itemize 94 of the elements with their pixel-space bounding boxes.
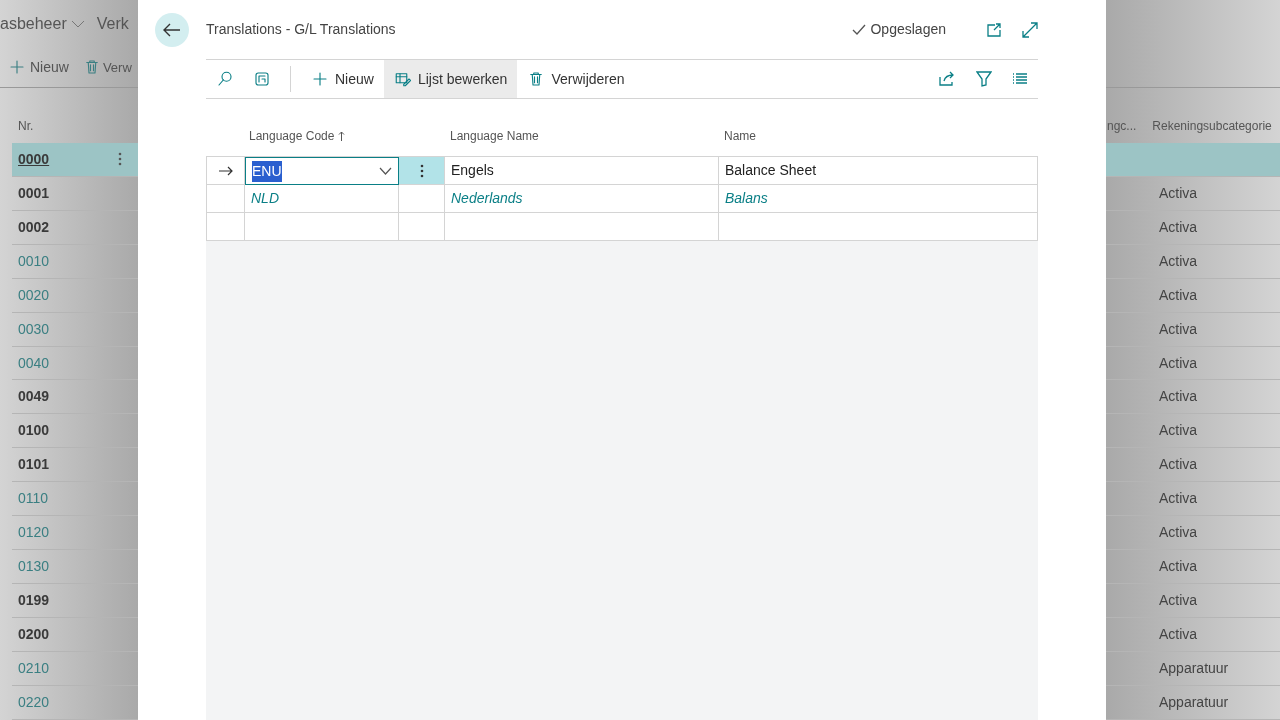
table-cell-text: Activa xyxy=(1159,251,1198,271)
account-number[interactable]: 0000 xyxy=(18,148,50,170)
delete-button[interactable]: Verw xyxy=(82,57,132,78)
account-number[interactable]: 0110 xyxy=(18,488,49,510)
account-number[interactable]: 0130 xyxy=(18,556,50,578)
table-cell-text: Activa xyxy=(1159,217,1198,237)
list-row[interactable]: Activa xyxy=(1106,448,1280,483)
new-button[interactable]: Nieuw xyxy=(8,56,69,78)
list-row[interactable]: Activa xyxy=(1106,550,1280,585)
list-row[interactable]: Activa xyxy=(1106,244,1280,279)
row-selector-cell[interactable] xyxy=(207,185,245,213)
open-in-new-window-icon[interactable] xyxy=(986,21,1002,38)
list-row[interactable]: Activa xyxy=(1106,210,1280,245)
column-header[interactable]: Name xyxy=(724,129,756,143)
table-edit-icon xyxy=(393,70,412,88)
list-row[interactable]: 0000 xyxy=(12,142,138,177)
account-number[interactable]: 0200 xyxy=(18,624,50,646)
row-selector-cell[interactable] xyxy=(207,213,245,241)
row-actions-cell[interactable] xyxy=(399,213,445,241)
list-row[interactable]: Activa xyxy=(1106,346,1280,381)
sort-arrow-icon xyxy=(338,131,346,141)
table-cell-text: Activa xyxy=(1159,421,1198,441)
list-row[interactable]: Activa xyxy=(1106,176,1280,211)
list-row[interactable]: Activa xyxy=(1106,312,1280,347)
account-number[interactable]: 0010 xyxy=(18,250,50,272)
account-number[interactable]: 0210 xyxy=(18,658,50,680)
row-selector-cell[interactable] xyxy=(207,157,245,185)
list-row[interactable]: Activa xyxy=(1106,380,1280,415)
toolbar-button[interactable]: Lijst bewerken xyxy=(383,60,518,98)
account-number[interactable]: 0002 xyxy=(18,216,50,238)
chevron-icon xyxy=(379,167,392,175)
table-cell-text: Activa xyxy=(1159,489,1198,509)
table-cell-text: Apparatuur xyxy=(1159,693,1229,713)
dialog-title: Translations - G/L Translations xyxy=(206,20,396,39)
more-icon[interactable] xyxy=(118,152,122,167)
account-number[interactable]: 0049 xyxy=(18,386,50,408)
list-row[interactable]: Activa xyxy=(1106,516,1280,551)
table-cell: Engels xyxy=(445,157,719,185)
table-cell-text: Activa xyxy=(1159,183,1198,203)
table-cell-text: Activa xyxy=(1159,455,1198,475)
column-header: Rekeningsubcategorie xyxy=(1152,117,1272,135)
current-row-arrow-icon xyxy=(218,165,233,176)
table-cell-text: Activa xyxy=(1159,625,1198,645)
toolbar-button[interactable]: Verwijderen xyxy=(517,60,635,98)
table-cell-text: Apparatuur xyxy=(1159,659,1229,679)
table-cell-text: Activa xyxy=(1159,353,1198,373)
toolbar-button[interactable]: Nieuw xyxy=(301,60,384,98)
language-code-dropdown[interactable]: ENU xyxy=(245,157,399,185)
column-header[interactable]: Language Name xyxy=(450,129,539,143)
back-button[interactable] xyxy=(155,12,189,47)
list-row[interactable]: Apparatuur xyxy=(1106,652,1280,687)
table-cell: Balans xyxy=(719,185,1038,213)
nav-menu[interactable]: asbeheer xyxy=(0,11,85,36)
column-header[interactable]: Language Code xyxy=(249,127,335,145)
account-number[interactable]: 0020 xyxy=(18,284,50,306)
list-row[interactable]: Activa xyxy=(1106,584,1280,619)
back-arrow-icon xyxy=(163,22,181,37)
account-number[interactable]: 0220 xyxy=(18,692,50,714)
saved-status: Opgeslagen xyxy=(852,19,946,40)
list-row[interactable]: Activa xyxy=(1106,618,1280,653)
plus-icon xyxy=(311,70,329,88)
list-row[interactable]: Apparatuur xyxy=(1106,686,1280,720)
account-number[interactable]: 0101 xyxy=(18,454,50,476)
account-number[interactable]: 0120 xyxy=(18,522,50,544)
chevron-icon xyxy=(70,19,85,28)
list-row[interactable]: Activa xyxy=(1106,482,1280,517)
column-header: ngc... xyxy=(1107,117,1137,135)
table-cell: NLD xyxy=(245,185,399,213)
table-cell-text: Activa xyxy=(1159,285,1198,305)
account-number[interactable]: 0040 xyxy=(18,352,50,374)
account-number[interactable]: 0100 xyxy=(18,420,50,442)
share-icon[interactable] xyxy=(938,71,956,87)
list-row[interactable]: Activa xyxy=(1106,414,1280,449)
column-header: Nr. xyxy=(18,117,34,135)
filter-icon[interactable] xyxy=(976,71,992,87)
row-actions-cell[interactable] xyxy=(399,185,445,213)
nav-menu[interactable]: Verk xyxy=(96,11,129,36)
list-row[interactable]: Activa xyxy=(1106,278,1280,313)
account-number[interactable]: 0001 xyxy=(18,182,50,204)
table-cell-text: Activa xyxy=(1159,523,1198,543)
row-actions-cell[interactable] xyxy=(399,157,445,185)
account-number[interactable]: 0030 xyxy=(18,318,50,340)
expand-icon[interactable] xyxy=(1022,21,1038,38)
list-icon[interactable] xyxy=(1012,72,1028,86)
table-cell-text: Activa xyxy=(1159,591,1198,611)
more-icon[interactable] xyxy=(419,163,424,178)
table-cell-text: Activa xyxy=(1159,557,1198,577)
layout-icon xyxy=(252,70,271,88)
table-cell: Nederlands xyxy=(445,185,719,213)
table-cell-text: Activa xyxy=(1159,387,1198,407)
table-cell-text: Activa xyxy=(1159,319,1198,339)
table-cell: Balance Sheet xyxy=(719,157,1038,185)
check-icon xyxy=(852,23,867,36)
account-number[interactable]: 0199 xyxy=(18,590,50,612)
